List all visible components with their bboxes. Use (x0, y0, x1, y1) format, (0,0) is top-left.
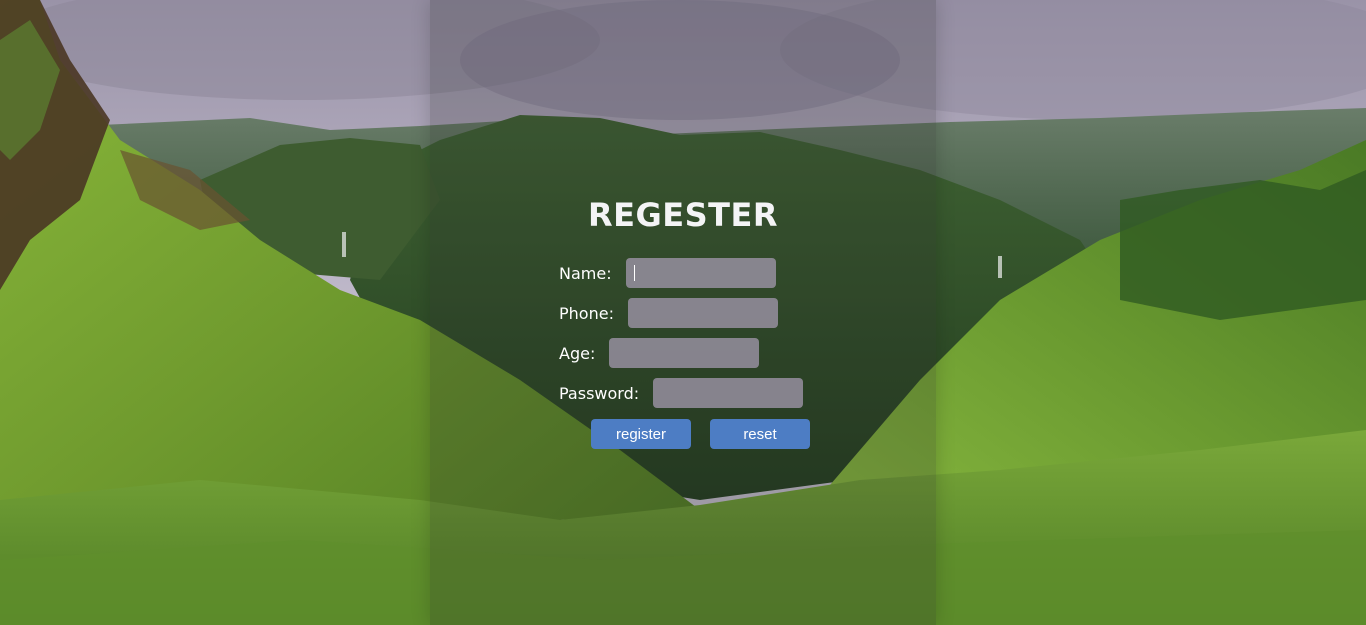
password-input[interactable] (653, 378, 804, 408)
text-cursor (634, 265, 635, 281)
age-label: Age: (559, 343, 596, 363)
age-row: Age: (559, 338, 760, 368)
phone-input[interactable] (627, 298, 778, 328)
name-row: Name: (559, 258, 776, 288)
form-title: REGESTER (588, 196, 778, 234)
age-input[interactable] (609, 338, 760, 368)
password-row: Password: (559, 378, 804, 408)
phone-row: Phone: (559, 298, 778, 328)
reset-button[interactable]: reset (710, 419, 810, 449)
password-label: Password: (559, 383, 640, 403)
name-label: Name: (559, 263, 612, 283)
phone-label: Phone: (559, 303, 614, 323)
name-input[interactable] (625, 258, 776, 288)
register-button[interactable]: register (591, 419, 691, 449)
